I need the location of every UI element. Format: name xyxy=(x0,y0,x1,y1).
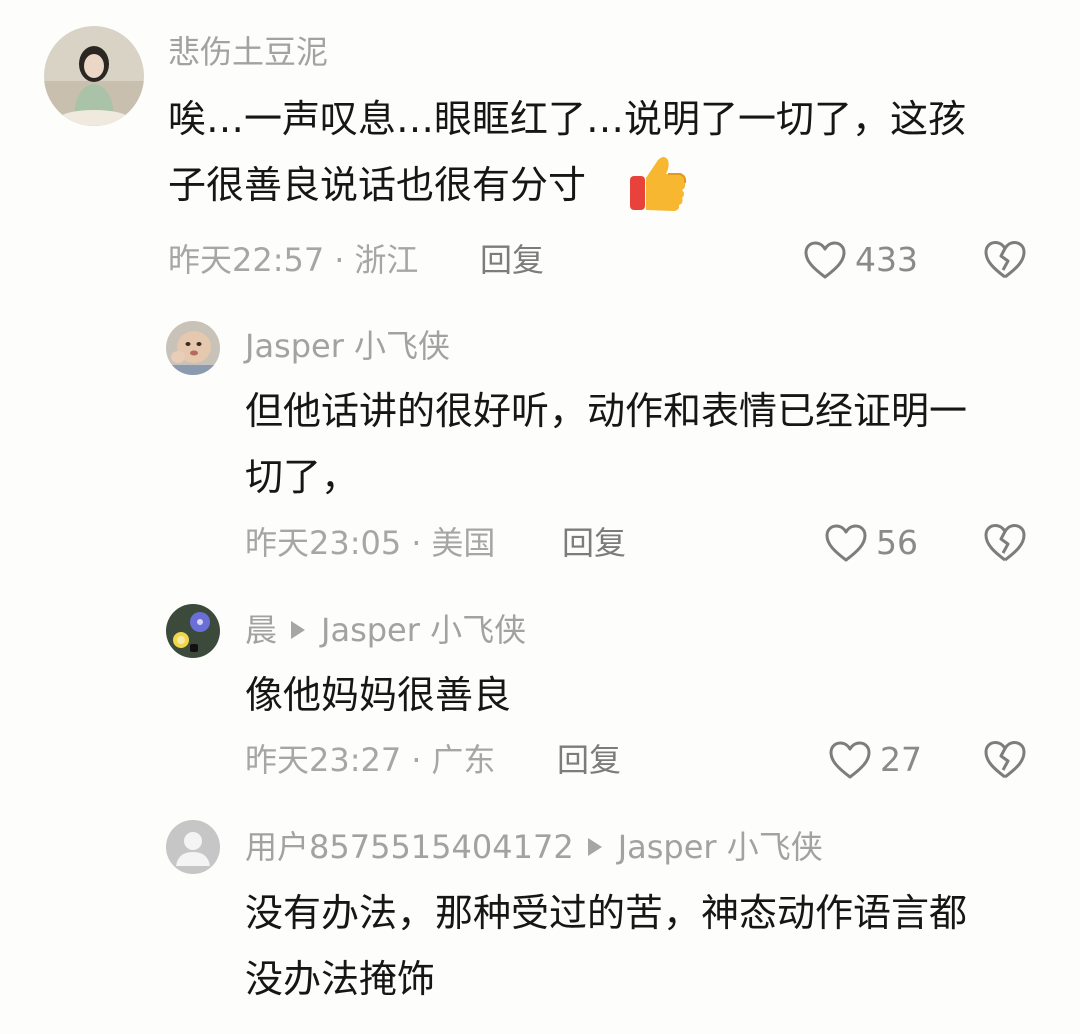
comment-time: 昨天22:57 xyxy=(168,241,325,279)
comment-location: 浙江 xyxy=(354,241,419,279)
like-button[interactable]: 56 xyxy=(824,523,918,563)
reply-item: 晨 Jasper 小飞侠 像他妈妈很善良 昨天23:27 · 广东 回复 27 xyxy=(0,590,1080,805)
heart-icon xyxy=(829,741,871,779)
comment-text-line: 没有办法，那种受过的苦，神态动作语言都 xyxy=(245,891,968,935)
comment-text: 像他妈妈很善良 xyxy=(245,662,511,728)
thumbs-up-icon xyxy=(628,152,688,214)
dislike-button[interactable] xyxy=(983,239,1027,281)
reply-item: 用户8575515404172 Jasper 小飞侠 没有办法，那种受过的苦，神态… xyxy=(0,805,1080,1034)
comment-text-line: 唉…一声叹息…眼眶红了…说明了一切了，这孩 xyxy=(168,97,967,141)
reply-item: Jasper 小飞侠 但他话讲的很好听，动作和表情已经证明一 切了， 昨天23:… xyxy=(0,300,1080,590)
meta-separator: · xyxy=(334,241,345,279)
comment-text: 没有办法，那种受过的苦，神态动作语言都 没办法掩饰 xyxy=(245,880,967,1012)
dislike-button[interactable] xyxy=(983,739,1027,781)
broken-heart-icon xyxy=(984,241,1026,279)
like-count: 433 xyxy=(855,240,918,279)
broken-heart-icon xyxy=(984,741,1026,779)
reply-arrow-icon xyxy=(587,838,602,856)
like-count: 56 xyxy=(876,523,918,562)
comment-meta: 昨天23:05 · 美国 xyxy=(245,523,495,563)
comment-item: 悲伤土豆泥 唉…一声叹息…眼眶红了…说明了一切了，这孩 子很善良说话也很有分寸 … xyxy=(0,0,1080,300)
comment-meta: 昨天23:27 · 广东 xyxy=(245,740,495,780)
avatar[interactable] xyxy=(166,604,220,658)
comment-username[interactable]: Jasper 小飞侠 xyxy=(245,326,450,366)
comment-text-line: 没办法掩饰 xyxy=(245,957,436,1001)
avatar[interactable] xyxy=(166,820,220,874)
meta-separator: · xyxy=(411,741,422,779)
comment-username[interactable]: 悲伤土豆泥 xyxy=(168,32,328,72)
broken-heart-icon xyxy=(984,524,1026,562)
comment-text-line: 子很善良说话也很有分寸 xyxy=(168,152,966,218)
like-count: 27 xyxy=(880,740,922,779)
meta-separator: · xyxy=(411,524,422,562)
comment-text: 但他话讲的很好听，动作和表情已经证明一 切了， xyxy=(245,378,967,510)
comment-list: 悲伤土豆泥 唉…一声叹息…眼眶红了…说明了一切了，这孩 子很善良说话也很有分寸 … xyxy=(0,0,1080,1034)
comment-location: 美国 xyxy=(431,524,496,562)
avatar-flower-photo xyxy=(166,604,220,658)
comment-meta: 昨天22:57 · 浙江 xyxy=(168,240,418,280)
comment-text-line: 像他妈妈很善良 xyxy=(245,673,512,717)
like-button[interactable]: 433 xyxy=(803,240,918,280)
reply-button[interactable]: 回复 xyxy=(557,740,621,780)
avatar[interactable] xyxy=(166,321,220,375)
reply-author[interactable]: 晨 xyxy=(245,611,277,649)
avatar-woman-photo xyxy=(44,26,144,126)
default-user-icon xyxy=(166,820,220,874)
heart-icon xyxy=(804,241,846,279)
comment-text-line: 切了， xyxy=(245,455,360,499)
comment-text-line-content: 子很善良说话也很有分寸 xyxy=(168,163,587,207)
comment-text: 唉…一声叹息…眼眶红了…说明了一切了，这孩 子很善良说话也很有分寸 xyxy=(168,86,966,218)
reply-button[interactable]: 回复 xyxy=(480,240,544,280)
like-button[interactable]: 27 xyxy=(828,740,922,780)
heart-icon xyxy=(825,524,867,562)
dislike-button[interactable] xyxy=(983,522,1027,564)
comment-time: 昨天23:27 xyxy=(245,741,402,779)
avatar[interactable] xyxy=(44,26,144,126)
reply-button[interactable]: 回复 xyxy=(562,523,626,563)
comment-time: 昨天23:05 xyxy=(245,524,402,562)
comment-text-line: 但他话讲的很好听，动作和表情已经证明一 xyxy=(245,389,968,433)
comment-location: 广东 xyxy=(431,741,496,779)
avatar-baby-photo xyxy=(166,321,220,375)
comment-username: 晨 Jasper 小飞侠 xyxy=(245,610,526,650)
reply-target[interactable]: Jasper 小飞侠 xyxy=(618,828,823,866)
comment-username: 用户8575515404172 Jasper 小飞侠 xyxy=(245,827,823,867)
reply-arrow-icon xyxy=(291,621,306,639)
reply-target[interactable]: Jasper 小飞侠 xyxy=(321,611,526,649)
reply-author[interactable]: 用户8575515404172 xyxy=(245,828,574,866)
